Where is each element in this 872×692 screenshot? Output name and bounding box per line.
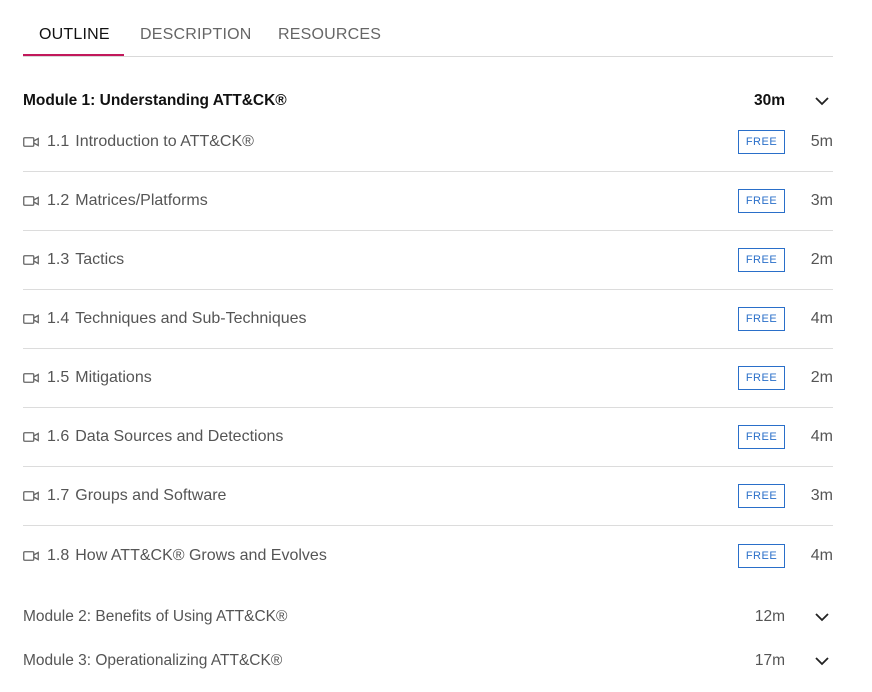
lesson-duration: 2m xyxy=(810,251,833,268)
video-camera-icon xyxy=(23,313,39,325)
lesson-row-1-2[interactable]: 1.2 Matrices/Platforms FREE 3m xyxy=(23,172,833,231)
free-badge: FREE xyxy=(738,484,785,508)
chevron-down-icon[interactable] xyxy=(811,606,833,628)
module-3-header[interactable]: Module 3: Operationalizing ATT&CK® 17m xyxy=(23,649,833,673)
free-badge: FREE xyxy=(738,425,785,449)
lesson-title: Mitigations xyxy=(75,369,152,386)
chevron-down-icon[interactable] xyxy=(811,650,833,672)
tab-resources[interactable]: RESOURCES xyxy=(278,26,381,44)
lesson-number: 1.5 xyxy=(47,369,70,386)
lesson-duration: 4m xyxy=(810,546,833,564)
lesson-row-1-6[interactable]: 1.6 Data Sources and Detections FREE 4m xyxy=(23,408,833,467)
module-2-duration: 12m xyxy=(754,608,785,625)
tab-description[interactable]: DESCRIPTION xyxy=(140,26,252,44)
video-camera-icon xyxy=(23,195,39,207)
chevron-down-icon[interactable] xyxy=(811,90,833,112)
lesson-number: 1.4 xyxy=(47,310,70,327)
lesson-row-1-3[interactable]: 1.3 Tactics FREE 2m xyxy=(23,231,833,290)
lesson-duration: 4m xyxy=(810,428,833,445)
free-badge: FREE xyxy=(738,307,785,331)
lesson-label: 1.3 Tactics xyxy=(47,251,738,269)
lesson-title: Data Sources and Detections xyxy=(75,428,284,445)
lesson-row-1-4[interactable]: 1.4 Techniques and Sub-Techniques FREE 4m xyxy=(23,290,833,349)
lesson-number: 1.1 xyxy=(47,133,70,150)
module-1-header[interactable]: Module 1: Understanding ATT&CK® 30m xyxy=(23,89,833,113)
video-camera-icon xyxy=(23,550,39,562)
module-1-duration: 30m xyxy=(753,92,785,109)
lesson-label: 1.2 Matrices/Platforms xyxy=(47,192,738,210)
lesson-title: Introduction to ATT&CK® xyxy=(75,133,254,150)
lesson-number: 1.2 xyxy=(47,192,70,209)
lesson-title: How ATT&CK® Grows and Evolves xyxy=(75,546,327,564)
lesson-duration: 4m xyxy=(810,310,833,327)
tab-bar: OUTLINE DESCRIPTION RESOURCES xyxy=(23,0,833,57)
video-camera-icon xyxy=(23,490,39,502)
lesson-row-1-8[interactable]: 1.8 How ATT&CK® Grows and Evolves FREE 4m xyxy=(23,526,833,585)
module-3-title: Module 3: Operationalizing ATT&CK® xyxy=(23,652,283,669)
lesson-label: 1.7 Groups and Software xyxy=(47,487,738,505)
lesson-label: 1.8 How ATT&CK® Grows and Evolves xyxy=(47,547,738,565)
lesson-row-1-5[interactable]: 1.5 Mitigations FREE 2m xyxy=(23,349,833,408)
free-badge: FREE xyxy=(738,543,785,568)
free-badge: FREE xyxy=(738,130,785,154)
lesson-number: 1.8 xyxy=(47,546,70,564)
lesson-label: 1.1 Introduction to ATT&CK® xyxy=(47,133,738,151)
active-tab-indicator xyxy=(23,54,124,56)
video-camera-icon xyxy=(23,431,39,443)
video-camera-icon xyxy=(23,136,39,148)
lesson-duration: 3m xyxy=(810,487,833,504)
lesson-duration: 5m xyxy=(810,133,833,150)
lesson-number: 1.7 xyxy=(47,487,70,504)
module-2-title: Module 2: Benefits of Using ATT&CK® xyxy=(23,608,288,625)
module-3-duration: 17m xyxy=(754,652,785,669)
module-1-title: Module 1: Understanding ATT&CK® xyxy=(23,92,287,109)
lesson-number: 1.3 xyxy=(47,251,70,268)
lesson-row-1-7[interactable]: 1.7 Groups and Software FREE 3m xyxy=(23,467,833,526)
lesson-duration: 2m xyxy=(810,369,833,386)
lesson-label: 1.5 Mitigations xyxy=(47,369,738,387)
video-camera-icon xyxy=(23,254,39,266)
lesson-number: 1.6 xyxy=(47,428,70,445)
free-badge: FREE xyxy=(738,189,785,213)
lesson-title: Techniques and Sub-Techniques xyxy=(75,310,307,327)
lesson-label: 1.6 Data Sources and Detections xyxy=(47,428,738,446)
free-badge: FREE xyxy=(738,366,785,390)
lesson-duration: 3m xyxy=(810,192,833,209)
module-2-header[interactable]: Module 2: Benefits of Using ATT&CK® 12m xyxy=(23,605,833,629)
video-camera-icon xyxy=(23,372,39,384)
course-outline-panel: OUTLINE DESCRIPTION RESOURCES Module 1: … xyxy=(23,0,833,669)
tab-outline[interactable]: OUTLINE xyxy=(39,26,110,44)
lesson-label: 1.4 Techniques and Sub-Techniques xyxy=(47,310,738,328)
free-badge: FREE xyxy=(738,248,785,272)
lesson-title: Groups and Software xyxy=(75,487,227,504)
lesson-title: Matrices/Platforms xyxy=(75,192,208,209)
lesson-title: Tactics xyxy=(75,251,125,268)
lesson-row-1-1[interactable]: 1.1 Introduction to ATT&CK® FREE 5m xyxy=(23,113,833,172)
